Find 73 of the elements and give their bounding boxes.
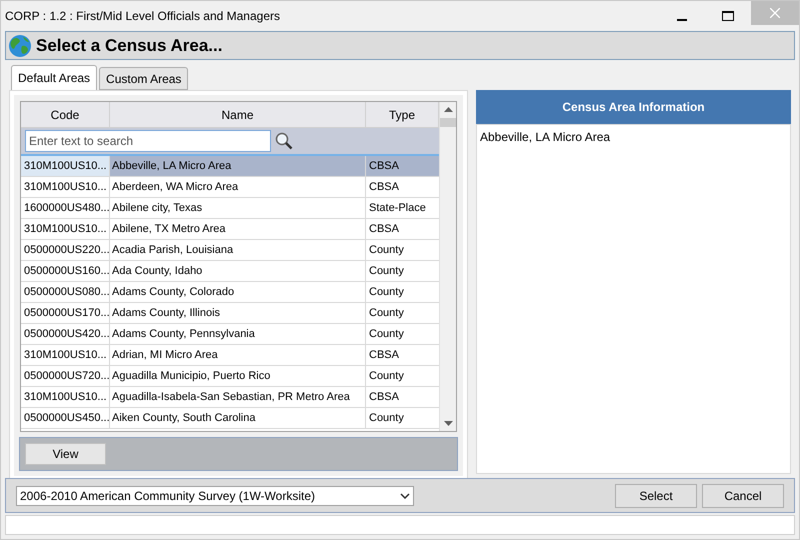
table-cell: 310M100US10... bbox=[21, 177, 110, 197]
table-row[interactable]: 0500000US220... Acadia Parish, Louisiana County bbox=[21, 240, 439, 261]
table-cell-text: State-Place bbox=[368, 200, 427, 216]
table-cell-text: County bbox=[368, 368, 405, 384]
column-header[interactable]: Code bbox=[21, 102, 110, 127]
close-icon bbox=[770, 8, 780, 18]
scrollbar-thumb[interactable] bbox=[440, 118, 456, 127]
view-button[interactable]: View bbox=[25, 443, 106, 465]
table-cell-text: CBSA bbox=[368, 158, 400, 174]
table-cell: Adrian, MI Micro Area bbox=[110, 345, 366, 365]
table-cell-text: County bbox=[368, 264, 405, 279]
table-cell: Aberdeen, WA Micro Area bbox=[110, 177, 366, 197]
tab[interactable]: Default Areas bbox=[11, 65, 98, 90]
table-cell: 1600000US480... bbox=[21, 198, 110, 218]
maximize-icon bbox=[722, 11, 734, 21]
table-row[interactable]: 0500000US420... Adams County, Pennsylvania County bbox=[21, 324, 439, 345]
table-cell: Aiken County, South Carolina bbox=[110, 408, 366, 428]
table-row[interactable]: 0500000US160... Ada County, Idaho County bbox=[21, 261, 439, 282]
table-row[interactable]: 1600000US480... Abilene city, Texas State-Place bbox=[21, 198, 439, 219]
info-panel-header: Census Area Information bbox=[476, 90, 791, 124]
table-cell-text: County bbox=[368, 306, 405, 321]
table-cell: 0500000US450... bbox=[21, 408, 110, 428]
table-row[interactable]: 0500000US450... Aiken County, South Carolina County bbox=[21, 408, 439, 429]
table-row[interactable]: 310M100US10... Aguadilla-Isabela-San Sebastian, PR Metro Area CBSA bbox=[21, 387, 439, 408]
table-cell: Adams County, Pennsylvania bbox=[110, 324, 366, 344]
table-row[interactable]: 0500000US170... Adams County, Illinois County bbox=[21, 303, 439, 324]
table-row[interactable]: 310M100US10... Aberdeen, WA Micro Area CBSA bbox=[21, 177, 439, 198]
table-cell: Acadia Parish, Louisiana bbox=[110, 240, 366, 260]
table-cell: 0500000US220... bbox=[21, 240, 110, 260]
tab[interactable]: Custom Areas bbox=[99, 67, 188, 90]
table-cell-text: CBSA bbox=[368, 348, 400, 363]
table-cell: 0500000US420... bbox=[21, 324, 110, 344]
chevron-down-icon bbox=[400, 492, 410, 498]
table-row[interactable]: 0500000US080... Adams County, Colorado County bbox=[21, 282, 439, 303]
table-cell: Abilene, TX Metro Area bbox=[110, 219, 366, 239]
minimize-icon bbox=[677, 19, 687, 21]
table-row[interactable]: 310M100US10... Abilene, TX Metro Area CBSA bbox=[21, 219, 439, 240]
globe-icon bbox=[8, 34, 32, 58]
table-row[interactable]: 310M100US10... Adrian, MI Micro Area CBSA bbox=[21, 345, 439, 366]
table-cell: Abilene city, Texas bbox=[110, 198, 366, 218]
table-cell: 310M100US10... bbox=[21, 387, 110, 407]
info-text: Abbeville, LA Micro Area bbox=[480, 130, 610, 144]
table-cell-text: CBSA bbox=[368, 180, 400, 195]
table-cell-text: CBSA bbox=[368, 222, 400, 237]
search-field[interactable]: Enter text to search bbox=[25, 130, 271, 152]
table-cell: Adams County, Illinois bbox=[110, 303, 366, 323]
table-cell-text: CBSA bbox=[368, 390, 400, 405]
table-cell: 0500000US160... bbox=[21, 261, 110, 281]
table-row[interactable]: 0500000US720... Aguadilla Municipio, Puerto Rico County bbox=[21, 366, 439, 387]
table-cell: Adams County, Colorado bbox=[110, 282, 366, 302]
search-icon[interactable] bbox=[275, 132, 293, 150]
table-cell: 310M100US10... bbox=[21, 345, 110, 365]
table-cell: Abbeville, LA Micro Area bbox=[110, 156, 366, 176]
scrollbar[interactable] bbox=[439, 102, 456, 431]
table-cell: 0500000US170... bbox=[21, 303, 110, 323]
table-cell-text: County bbox=[368, 326, 405, 342]
table-cell: Aguadilla-Isabela-San Sebastian, PR Metro Area bbox=[110, 387, 366, 407]
dialog-button[interactable]: Cancel bbox=[702, 484, 784, 508]
table-cell-text: County bbox=[368, 242, 405, 258]
table-row[interactable]: 310M100US10... Abbeville, LA Micro Area CBSA bbox=[21, 156, 439, 177]
table-cell: 0500000US080... bbox=[21, 282, 110, 302]
table-cell-text: County bbox=[368, 410, 405, 426]
survey-dropdown[interactable]: 2006-2010 American Community Survey (1W-Worksite) bbox=[16, 486, 414, 506]
table-cell-text: County bbox=[368, 284, 405, 300]
table-cell: Aguadilla Municipio, Puerto Rico bbox=[110, 366, 366, 386]
window-title: CORP : 1.2 : First/Mid Level Officials and Managers bbox=[4, 8, 281, 25]
table-cell: 0500000US720... bbox=[21, 366, 110, 386]
dialog-button[interactable]: Select bbox=[615, 484, 697, 508]
column-header[interactable]: Name bbox=[110, 102, 366, 127]
table-cell: Ada County, Idaho bbox=[110, 261, 366, 281]
table-cell: 310M100US10... bbox=[21, 219, 110, 239]
header-title: Select a Census Area... bbox=[36, 34, 222, 57]
table-cell: 310M100US10... bbox=[21, 156, 110, 176]
